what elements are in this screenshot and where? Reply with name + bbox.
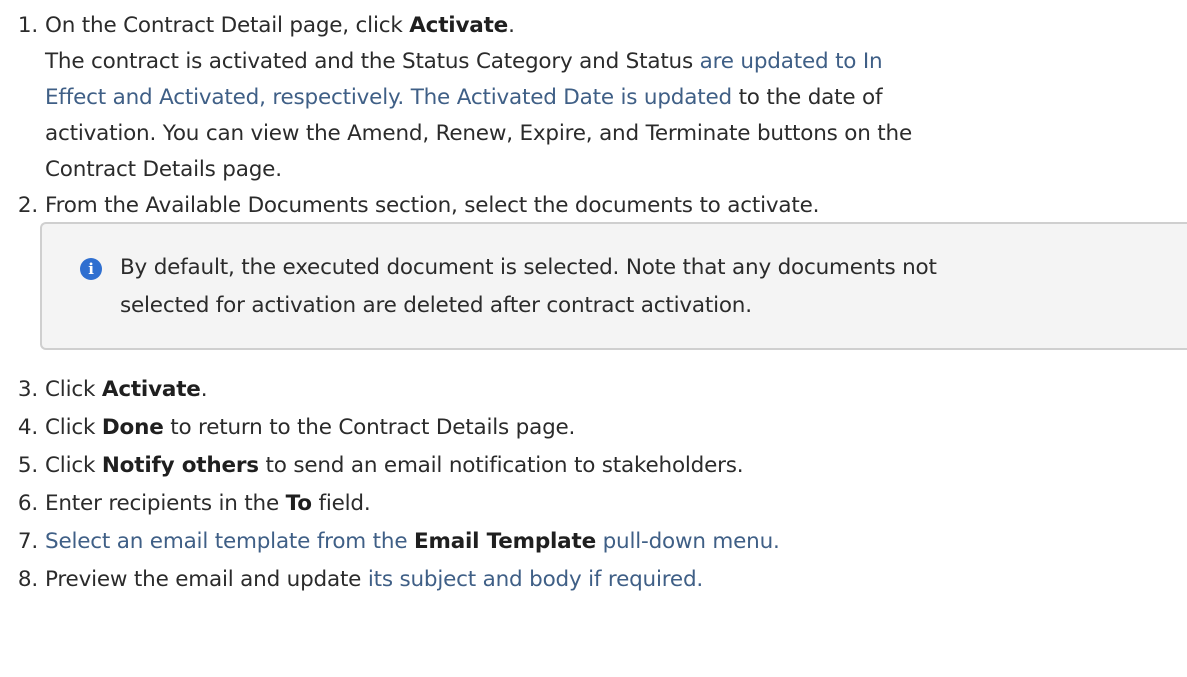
step-content: Preview the email and update its subject…	[45, 562, 1187, 598]
note-line: By default, the executed document is sel…	[120, 255, 937, 280]
highlighted-text: its subject and body if required.	[367, 567, 704, 592]
step-line: On the Contract Detail page, click Activ…	[45, 8, 1187, 44]
step-line: Select an email template from the Email …	[45, 524, 1187, 560]
text-segment: The contract is activated and the Status…	[45, 49, 700, 74]
step-content: Select an email template from the Email …	[45, 524, 1187, 560]
step-number: 4.	[17, 415, 38, 440]
text-segment: to the date of	[731, 85, 883, 110]
text-segment: to return to the Contract Details page.	[163, 415, 576, 440]
step-content: Click Activate.	[45, 372, 1187, 408]
ui-term: Activate	[409, 13, 509, 38]
text-segment: Enter recipients in the	[45, 491, 286, 516]
info-icon: i	[80, 258, 102, 280]
text-segment: to send an email notification to stakeho…	[258, 453, 744, 478]
highlighted-text: pull-down menu.	[595, 529, 780, 554]
text-segment: field.	[311, 491, 371, 516]
text-segment: activation. You can view the Amend, Rene…	[45, 121, 912, 146]
step-number: 6.	[17, 491, 38, 516]
step-line: Effect and Activated, respectively. The …	[45, 80, 1187, 116]
instruction-list: 1. On the Contract Detail page, click Ac…	[0, 0, 1187, 677]
text-segment: .	[200, 377, 208, 402]
note-text: By default, the executed document is sel…	[120, 249, 937, 325]
info-note: i By default, the executed document is s…	[40, 222, 1187, 350]
step-line: The contract is activated and the Status…	[45, 44, 1187, 80]
step-content: Enter recipients in the To field.	[45, 486, 1187, 522]
text-segment: Click	[45, 415, 102, 440]
text-segment: Preview the email and update	[45, 567, 368, 592]
ui-term: Activate	[101, 377, 201, 402]
step-number: 8.	[17, 567, 38, 592]
highlighted-text: Effect and Activated, respectively. The …	[45, 85, 732, 110]
step-content: From the Available Documents section, se…	[45, 188, 1187, 224]
text-segment: On the Contract Detail page, click	[45, 13, 410, 38]
step-number: 5.	[17, 453, 38, 478]
ui-term: To	[285, 491, 312, 516]
step-line: Preview the email and update its subject…	[45, 562, 1187, 598]
step-line: From the Available Documents section, se…	[45, 188, 1187, 224]
note-line: selected for activation are deleted afte…	[120, 293, 752, 318]
step-line: Click Activate.	[45, 372, 1187, 408]
text-segment: .	[508, 13, 515, 38]
highlighted-text: Select an email template from the	[45, 529, 414, 554]
step-number: 7.	[17, 529, 38, 554]
step-number: 1.	[17, 13, 38, 38]
text-segment: Click	[45, 377, 102, 402]
step-line: Enter recipients in the To field.	[45, 486, 1187, 522]
highlighted-text: are updated to In	[699, 49, 883, 74]
step-line: Contract Details page.	[45, 152, 1187, 188]
text-segment: Contract Details page.	[45, 157, 282, 182]
ui-term: Email Template	[414, 529, 596, 554]
step-number: 2.	[17, 193, 38, 218]
step-line: Click Notify others to send an email not…	[45, 448, 1187, 484]
ui-term: Done	[101, 415, 164, 440]
step-content: Click Notify others to send an email not…	[45, 448, 1187, 484]
step-content: Click Done to return to the Contract Det…	[45, 410, 1187, 446]
step-line: activation. You can view the Amend, Rene…	[45, 116, 1187, 152]
step-number: 3.	[17, 377, 38, 402]
step-content: On the Contract Detail page, click Activ…	[45, 8, 1187, 188]
ui-term: Notify others	[101, 453, 259, 478]
step-line: Click Done to return to the Contract Det…	[45, 410, 1187, 446]
text-segment: Click	[45, 453, 102, 478]
text-segment: From the Available Documents section, se…	[45, 193, 820, 218]
